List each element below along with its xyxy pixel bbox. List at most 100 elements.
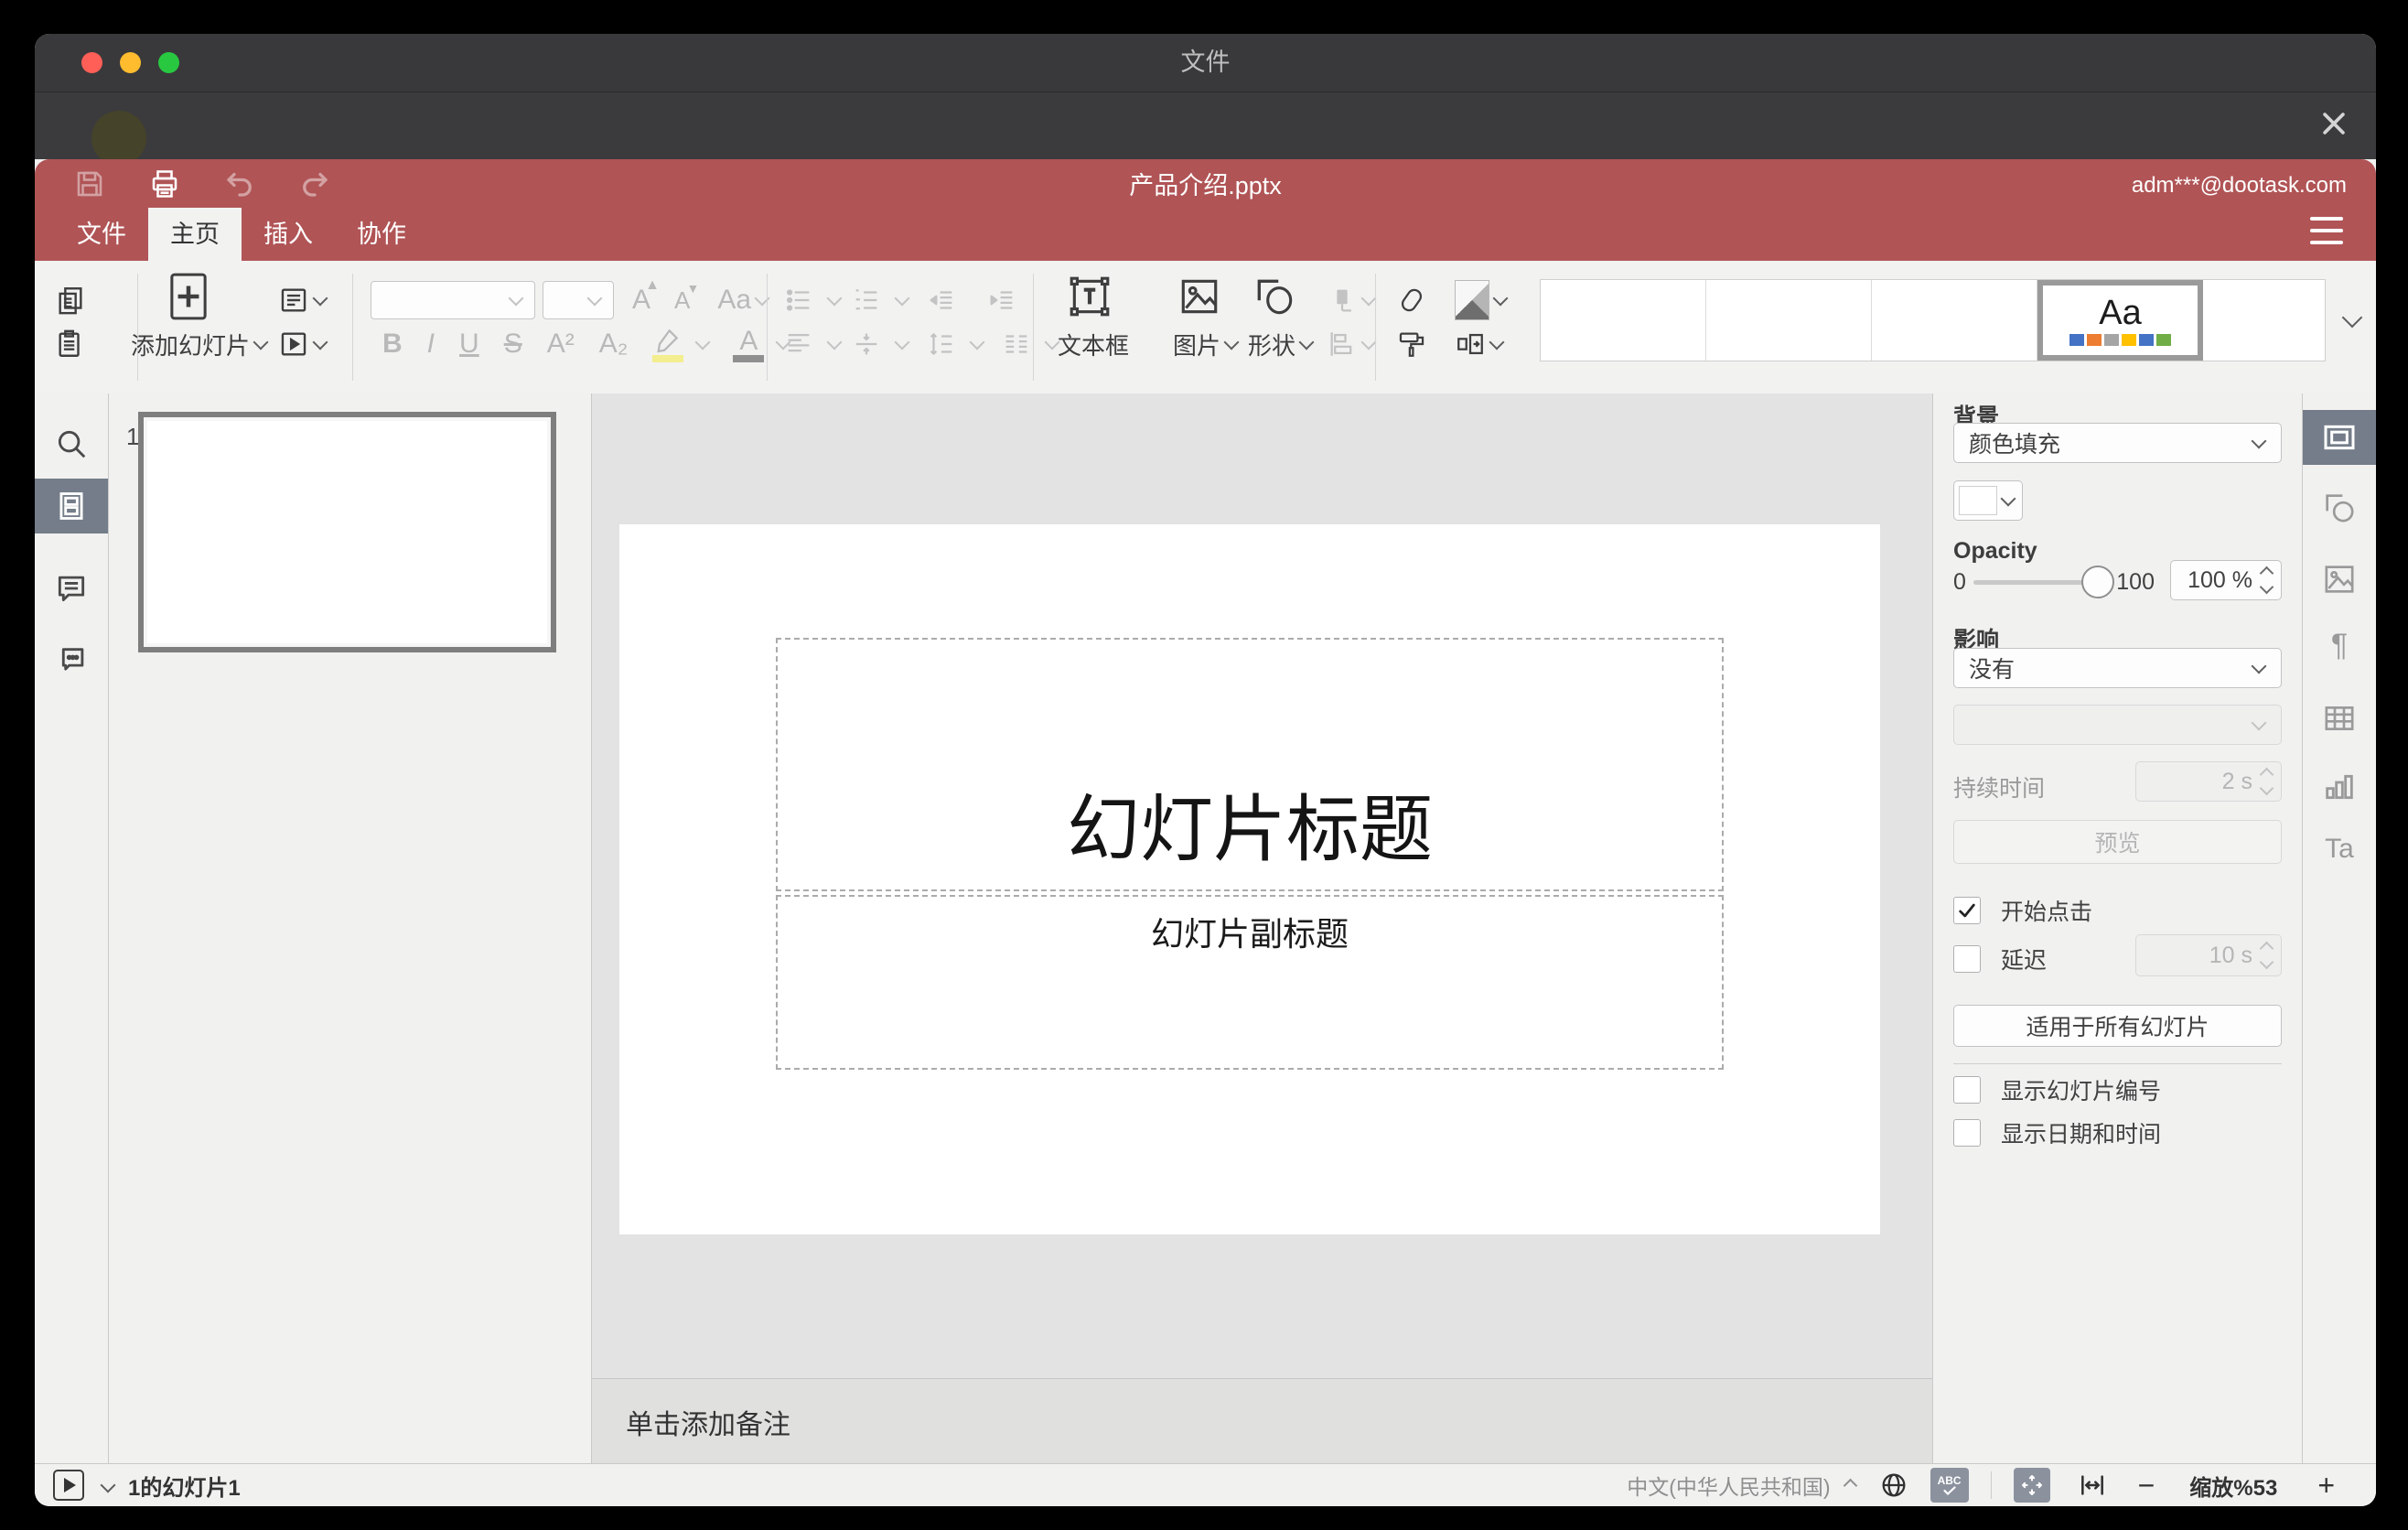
font-color-button[interactable]: A <box>733 326 765 362</box>
fit-to-slide-button[interactable] <box>2013 1468 2050 1503</box>
vertical-align-button[interactable] <box>851 329 882 360</box>
decrease-font-button[interactable]: A ▼ <box>674 281 699 315</box>
opacity-slider[interactable]: 0 100 <box>1953 562 2155 602</box>
menu-icon[interactable] <box>2310 217 2343 244</box>
arrange-shape-button[interactable] <box>1327 281 1377 319</box>
decrease-indent-button[interactable] <box>926 285 957 316</box>
columns-button[interactable] <box>1001 329 1032 360</box>
chevron-down-icon <box>754 290 770 307</box>
add-slide-label[interactable]: 添加幻灯片 <box>131 325 269 363</box>
theme-thumbnail[interactable] <box>1872 280 2037 361</box>
align-shape-button[interactable] <box>1327 325 1377 363</box>
comments-button[interactable] <box>35 561 108 616</box>
delay-spinner[interactable]: 10 s <box>2135 934 2282 976</box>
increase-indent-button[interactable] <box>986 285 1017 316</box>
font-color-swatch <box>733 355 765 362</box>
notes-area[interactable]: 单击添加备注 <box>592 1378 1932 1464</box>
strikethrough-button[interactable]: S <box>504 329 522 360</box>
change-case-button[interactable]: Aa <box>717 285 751 316</box>
insert-image-label[interactable]: 图片 <box>1173 325 1240 363</box>
avatar <box>91 111 146 166</box>
tab-file[interactable]: 文件 <box>55 208 148 261</box>
subscript-button[interactable]: A₂ <box>599 329 629 360</box>
start-on-click-checkbox[interactable] <box>1953 897 1981 924</box>
title-placeholder[interactable]: 幻灯片标题 <box>776 638 1724 891</box>
delay-checkbox[interactable] <box>1953 945 1981 973</box>
language-chevron-icon[interactable] <box>1843 1478 1857 1492</box>
tab-insert[interactable]: 插入 <box>242 208 335 261</box>
line-spacing-button[interactable] <box>926 329 957 360</box>
slide-settings-button[interactable] <box>2303 410 2376 465</box>
slider-track[interactable] <box>1973 579 2086 585</box>
close-icon[interactable] <box>2314 103 2354 144</box>
superscript-button[interactable]: A² <box>547 329 575 360</box>
increase-font-button[interactable]: A ▲ <box>632 277 660 316</box>
textbox-button[interactable] <box>1067 274 1113 319</box>
theme-thumbnail[interactable] <box>1541 280 1706 361</box>
underline-button[interactable]: U <box>459 329 479 360</box>
slides-panel-button[interactable] <box>35 479 108 533</box>
theme-thumbnail[interactable] <box>1706 280 1872 361</box>
fill-color-swatch-button[interactable] <box>1953 480 2023 521</box>
font-size-combo[interactable] <box>543 281 614 319</box>
shape-settings-button[interactable] <box>2303 480 2376 535</box>
start-slideshow-button[interactable] <box>278 325 328 363</box>
theme-thumbnail[interactable] <box>2203 280 2325 361</box>
search-button[interactable] <box>35 416 108 471</box>
insert-shape-label[interactable]: 形状 <box>1248 325 1315 363</box>
copy-button[interactable] <box>55 281 86 319</box>
numbering-button[interactable] <box>851 285 882 316</box>
notes-placeholder[interactable]: 单击添加备注 <box>626 1402 790 1442</box>
paragraph-settings-button[interactable]: ¶ <box>2303 618 2376 673</box>
image-settings-button[interactable] <box>2303 552 2376 607</box>
language-label[interactable]: 中文(中华人民共和国) <box>1627 1470 1830 1501</box>
slide-thumbnail-1[interactable] <box>138 412 556 652</box>
textart-settings-button[interactable]: Ta <box>2303 822 2376 877</box>
highlight-color-button[interactable] <box>652 326 685 362</box>
slide-layout-button[interactable] <box>278 281 328 319</box>
tab-home[interactable]: 主页 <box>148 208 242 261</box>
italic-button[interactable]: I <box>427 329 435 360</box>
table-settings-button[interactable] <box>2303 691 2376 746</box>
duration-spinner[interactable]: 2 s <box>2135 761 2282 802</box>
zoom-out-button[interactable]: − <box>2138 1471 2155 1500</box>
subtitle-placeholder[interactable]: 幻灯片副标题 <box>776 895 1724 1070</box>
show-slide-number-checkbox[interactable] <box>1953 1076 1981 1104</box>
tab-collaboration[interactable]: 协作 <box>335 208 428 261</box>
theme-colors-button[interactable] <box>1455 280 1509 320</box>
fill-type-select[interactable]: 颜色填充 <box>1953 423 2282 463</box>
slide-subtitle-text[interactable]: 幻灯片副标题 <box>1151 908 1349 955</box>
start-slideshow-status-button[interactable] <box>53 1470 84 1501</box>
theme-gallery-expand-button[interactable] <box>2327 279 2374 360</box>
chart-settings-button[interactable] <box>2303 760 2376 814</box>
bullets-button[interactable] <box>783 285 814 316</box>
show-date-time-checkbox[interactable] <box>1953 1119 1981 1147</box>
font-name-combo[interactable] <box>371 281 535 319</box>
fit-to-width-button[interactable] <box>2078 1471 2107 1500</box>
clear-style-button[interactable] <box>1396 281 1427 319</box>
zoom-in-button[interactable]: + <box>2317 1471 2335 1500</box>
insert-shape-button[interactable] <box>1252 274 1297 319</box>
paste-button[interactable] <box>55 325 86 363</box>
chevron-down-icon[interactable] <box>100 1477 116 1493</box>
theme-thumbnail-selected[interactable]: Aa <box>2037 280 2203 361</box>
effect-select[interactable]: 没有 <box>1953 648 2282 688</box>
slide-size-button[interactable] <box>1455 325 1505 363</box>
add-slide-button[interactable] <box>169 273 208 320</box>
bold-button[interactable]: B <box>382 329 403 360</box>
slide-page[interactable]: 幻灯片标题 幻灯片副标题 <box>619 524 1880 1234</box>
preview-button[interactable]: 预览 <box>1953 820 2282 864</box>
spellcheck-button[interactable]: ABC <box>1930 1468 1969 1503</box>
copy-style-button[interactable] <box>1396 325 1427 363</box>
document-language-button[interactable] <box>1879 1471 1908 1500</box>
chat-button[interactable] <box>35 631 108 686</box>
slide-canvas[interactable]: 幻灯片标题 幻灯片副标题 <box>592 393 1932 1378</box>
effect-option-select[interactable] <box>1953 705 2282 745</box>
apply-to-all-slides-button[interactable]: 适用于所有幻灯片 <box>1953 1005 2282 1047</box>
textbox-label[interactable]: 文本框 <box>1058 325 1129 363</box>
slider-thumb[interactable] <box>2081 566 2115 598</box>
opacity-spinner[interactable]: 100 % <box>2170 560 2282 600</box>
insert-image-button[interactable] <box>1177 274 1222 319</box>
slide-title-text[interactable]: 幻灯片标题 <box>1067 770 1433 877</box>
horizontal-align-button[interactable] <box>783 329 814 360</box>
